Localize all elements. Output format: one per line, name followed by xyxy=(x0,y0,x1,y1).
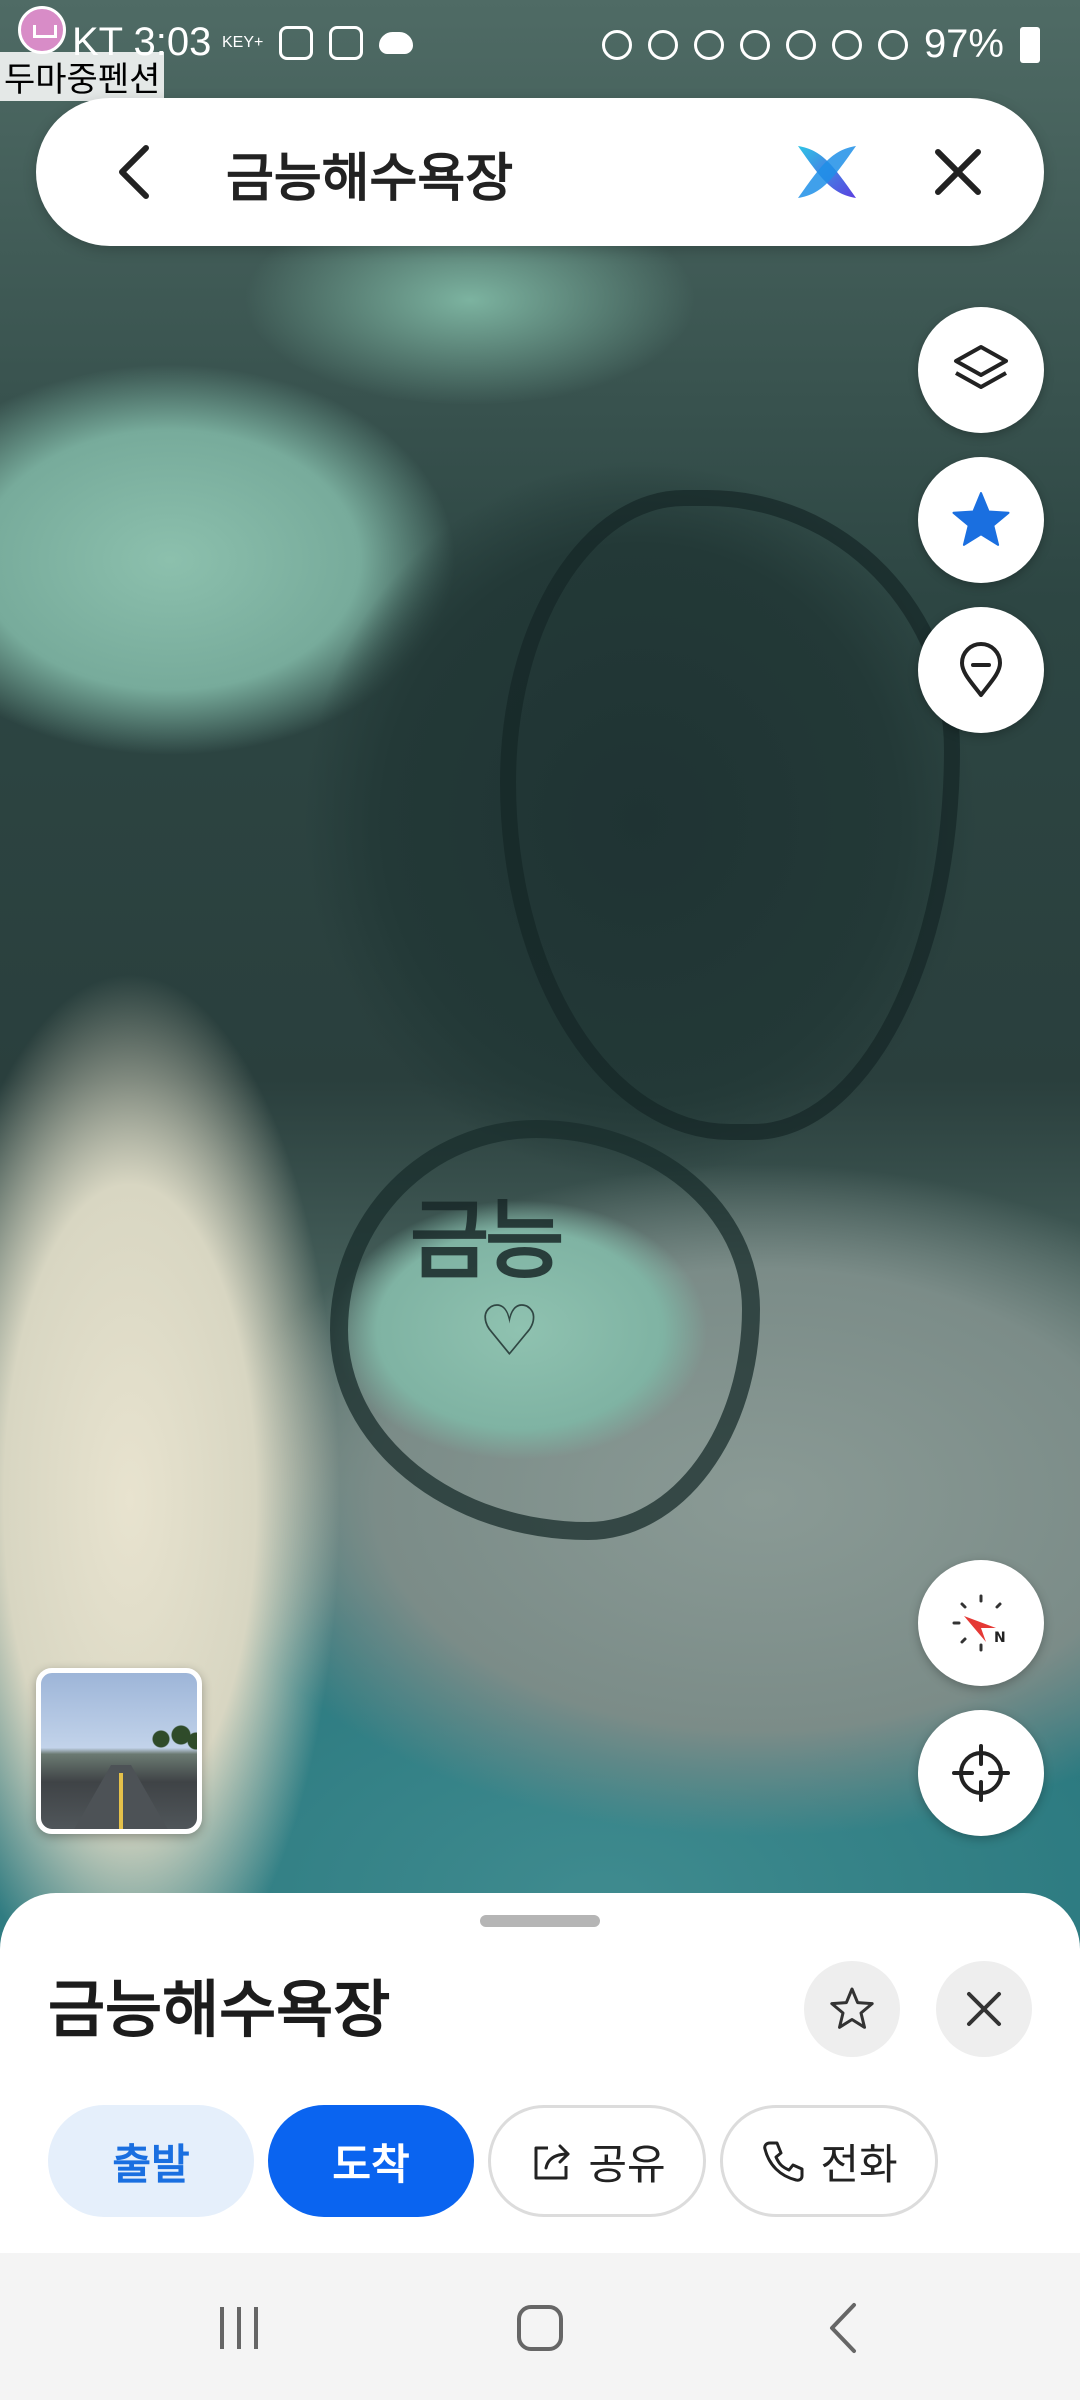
compass-button[interactable]: N xyxy=(918,1560,1044,1686)
recents-icon[interactable] xyxy=(204,2293,274,2363)
alarm-icon xyxy=(647,29,678,60)
close-icon[interactable] xyxy=(930,144,986,200)
search-query[interactable]: 금능해수욕장 xyxy=(226,136,513,211)
instagram-icon xyxy=(279,26,314,60)
share-label: 공유 xyxy=(588,2139,666,2189)
layers-icon xyxy=(954,345,1008,389)
action-button-row: 출발 도착 공유 전화 xyxy=(48,2105,938,2217)
notification-bubble-icon[interactable] xyxy=(18,6,66,54)
battery-percent: 97% xyxy=(923,22,1004,66)
current-location-icon xyxy=(952,1744,1010,1802)
ai-assistant-icon[interactable] xyxy=(792,140,862,204)
sheet-drag-handle[interactable] xyxy=(480,1915,600,1927)
battery-saver-icon xyxy=(601,29,632,60)
compass-icon: N xyxy=(952,1594,1006,1652)
star-outline-icon xyxy=(830,1987,874,2029)
street-view-thumbnail[interactable] xyxy=(36,1668,202,1834)
layers-button[interactable] xyxy=(918,307,1044,433)
wifi-icon xyxy=(785,29,816,60)
street-view-lane-line xyxy=(119,1773,123,1829)
status-bar: KT 3:03 KEY+ 97% 두마중펜션 xyxy=(0,0,1080,101)
notification-overlay-text: 두마중펜션 xyxy=(0,52,165,101)
call-label: 전화 xyxy=(820,2139,898,2189)
reef-outline-upper xyxy=(500,490,960,1140)
favorites-button[interactable] xyxy=(918,457,1044,583)
gallery-icon xyxy=(329,26,364,60)
place-bottom-sheet[interactable]: 금능해수욕장 출발 도착 공유 전화 xyxy=(0,1893,1080,2253)
key-badge: KEY+ xyxy=(222,34,264,51)
depart-button[interactable]: 출발 xyxy=(48,2105,254,2217)
place-name: 금능해수욕장 xyxy=(48,1973,391,2046)
mute-icon xyxy=(693,29,724,60)
search-bar[interactable]: 금능해수욕장 xyxy=(36,98,1044,246)
map-carved-heart: ♡ xyxy=(478,1290,541,1372)
place-pin-icon xyxy=(960,642,1002,697)
system-navigation-bar xyxy=(0,2253,1080,2400)
sheet-close-button[interactable] xyxy=(936,1961,1032,2057)
status-system-icons: 97% xyxy=(601,22,1040,67)
svg-text:N: N xyxy=(994,1630,1006,1646)
favorite-star-icon xyxy=(952,492,1010,546)
cloud-icon xyxy=(379,32,414,54)
status-app-icons: KEY+ xyxy=(222,26,414,60)
home-icon[interactable] xyxy=(505,2293,575,2363)
share-icon xyxy=(534,2144,570,2180)
street-view-palms xyxy=(151,1723,197,1763)
battery-icon xyxy=(1020,26,1040,63)
arrive-button[interactable]: 도착 xyxy=(268,2105,474,2217)
hd-icon xyxy=(831,29,862,60)
back-icon[interactable] xyxy=(810,2293,880,2363)
signal-icon xyxy=(877,29,908,60)
location-icon xyxy=(739,29,770,60)
back-arrow-icon[interactable] xyxy=(106,142,166,202)
close-icon xyxy=(967,1992,1001,2026)
place-pin-button[interactable] xyxy=(918,607,1044,733)
call-button[interactable]: 전화 xyxy=(720,2105,938,2217)
save-favorite-button[interactable] xyxy=(804,1961,900,2057)
current-location-button[interactable] xyxy=(918,1710,1044,1836)
phone-icon xyxy=(763,2141,804,2182)
share-button[interactable]: 공유 xyxy=(488,2105,706,2217)
